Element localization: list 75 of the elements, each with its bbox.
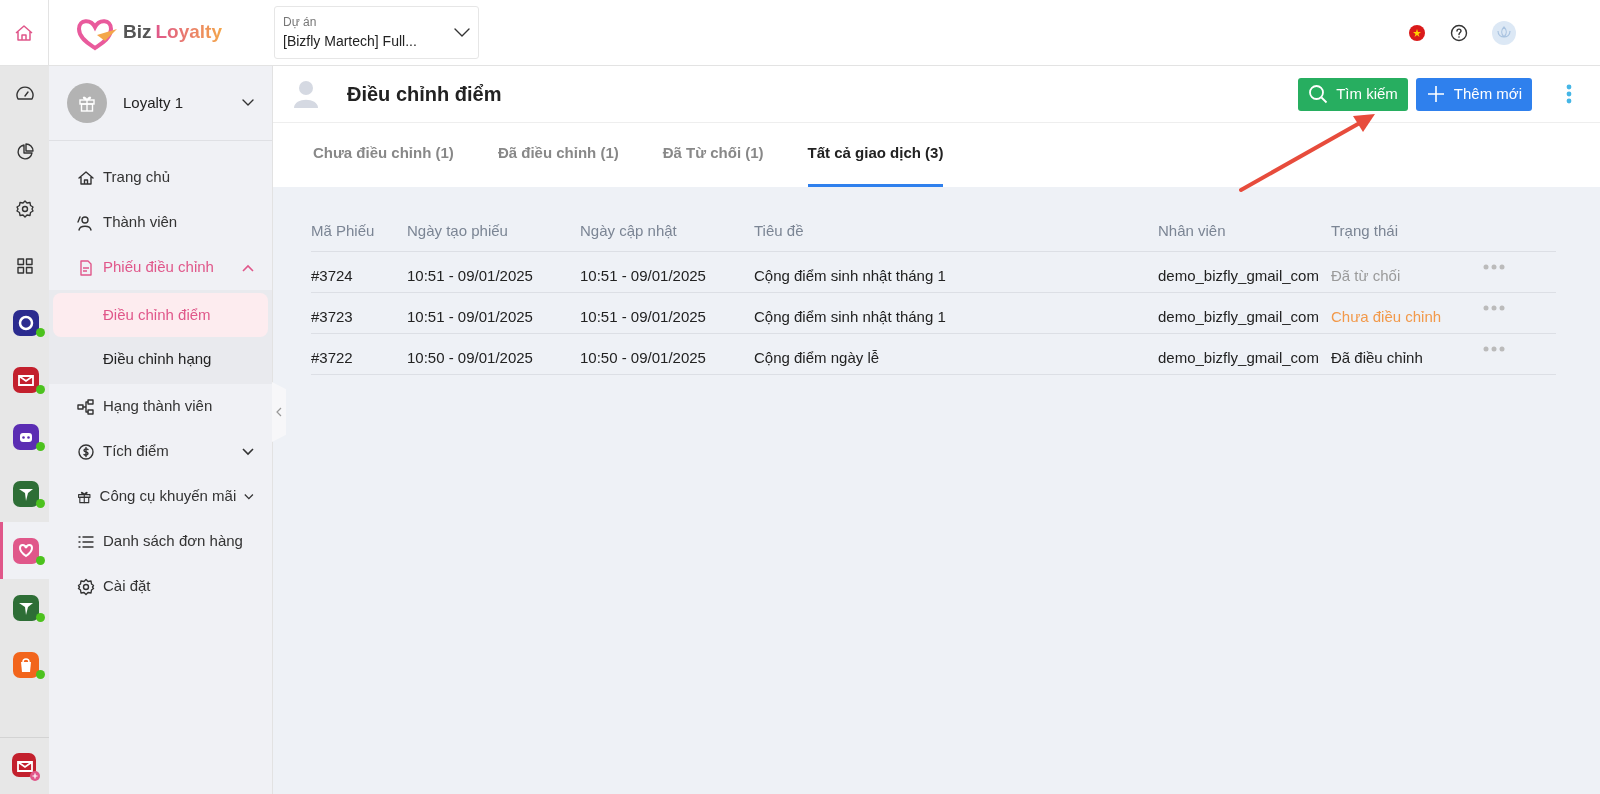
table-cell-text: 10:51 - 09/01/2025 [580, 265, 707, 286]
account-selector[interactable]: Loyalty 1 [49, 66, 272, 141]
chevron-down-icon [244, 492, 254, 501]
page-title: Điều chỉnh điểm [347, 82, 502, 107]
table-cell-text: demo_bizfly_gmail_com [1158, 347, 1320, 368]
sidebar-item[interactable]: Tích điểm [49, 429, 272, 474]
gift-icon [78, 94, 96, 112]
flag-icon[interactable] [1408, 23, 1426, 42]
table-cell-text: demo_bizfly_gmail_com [1158, 265, 1320, 286]
tab[interactable]: Tất cả giao dịch (3) [807, 123, 944, 187]
sidebar-item[interactable]: Hạng thành viên [49, 384, 272, 429]
table-cell-text: 10:51 - 09/01/2025 [580, 306, 707, 327]
table-cell-text: #3724 [311, 265, 354, 286]
dollar-coin-icon [77, 442, 95, 461]
column-header: Ngày tạo phiếu [407, 220, 509, 241]
app-tile-icon [13, 594, 39, 621]
project-dropdown[interactable]: Dự án [Bizfly Martech] Full... [274, 6, 479, 59]
search-icon [1308, 84, 1329, 104]
sidebar-item[interactable]: Danh sách đơn hàng [49, 519, 272, 564]
help-icon[interactable] [1450, 23, 1468, 42]
tab[interactable]: Chưa điều chỉnh (1) [313, 123, 454, 187]
table-cell-text: 10:51 - 09/01/2025 [407, 265, 534, 286]
shopping-bag-app-icon [13, 651, 39, 678]
person-icon [293, 80, 319, 108]
table-cell-text: #3723 [311, 306, 354, 327]
column-header: Ngày cập nhật [580, 220, 678, 241]
app-tile-icon [13, 309, 39, 336]
status-text: Đã từ chối [1331, 265, 1402, 286]
pie-chart-icon[interactable] [14, 141, 35, 162]
tab[interactable]: Đã Từ chối (1) [662, 123, 764, 187]
home-icon[interactable] [14, 22, 34, 43]
chevron-left-icon [276, 407, 282, 417]
tab[interactable]: Đã điều chỉnh (1) [497, 123, 619, 187]
sidebar-item[interactable]: Trang chủ [49, 155, 272, 200]
dropdown-value: [Bizfly Martech] Full... [283, 32, 418, 51]
chevron-up-icon [242, 263, 254, 272]
home-icon [77, 168, 95, 187]
app-switcher-item[interactable] [0, 522, 49, 579]
table-cell-text: Cộng điểm ngày lễ [754, 347, 881, 368]
heart-app-icon [13, 537, 39, 564]
settings-icon[interactable] [14, 198, 35, 219]
column-header: Nhân viên [1158, 220, 1227, 241]
table-cell-text: 10:50 - 09/01/2025 [580, 347, 707, 368]
table-cell-text: #3722 [311, 347, 354, 368]
table-cell-text: 10:51 - 09/01/2025 [407, 306, 534, 327]
sidebar-item[interactable]: Thành viên [49, 200, 272, 245]
table-cell-text: Cộng điểm sinh nhật tháng 1 [754, 306, 947, 327]
column-header: Mã Phiếu [311, 220, 376, 241]
column-header: Trạng thái [1331, 220, 1399, 241]
chevron-down-icon [242, 447, 254, 456]
chevron-down-icon [242, 99, 254, 107]
settings-icon [77, 577, 95, 596]
mail-app-icon [13, 366, 39, 393]
submenu-item[interactable]: Điều chỉnh hạng [53, 337, 268, 381]
chevron-down-icon [454, 27, 470, 38]
mail-app-icon[interactable] [9, 751, 40, 781]
robot-app-icon [13, 423, 39, 450]
collapse-handle[interactable] [272, 382, 286, 442]
sidebar-item[interactable]: Công cụ khuyến mãi [49, 474, 272, 519]
table-cell-text: 10:50 - 09/01/2025 [407, 347, 534, 368]
grid-icon[interactable] [14, 255, 35, 276]
plus-icon [1425, 84, 1446, 104]
sidebar-item[interactable]: Cài đặt [49, 564, 272, 609]
app-tile-icon [13, 480, 39, 507]
table-cell-text: Cộng điểm sinh nhật tháng 1 [754, 265, 947, 286]
status-text: Đã điều chỉnh [1331, 347, 1424, 368]
status-text: Chưa điều chỉnh [1331, 306, 1443, 327]
user-icon [77, 213, 95, 232]
document-icon [77, 258, 95, 277]
column-header: Tiêu đề [754, 220, 805, 241]
add-new-button[interactable]: Thêm mới [1415, 77, 1532, 111]
account-name: Loyalty 1 [123, 92, 185, 113]
table-cell-text: demo_bizfly_gmail_com [1158, 306, 1320, 327]
hierarchy-icon [77, 397, 95, 416]
dropdown-label: Dự án [283, 14, 318, 31]
